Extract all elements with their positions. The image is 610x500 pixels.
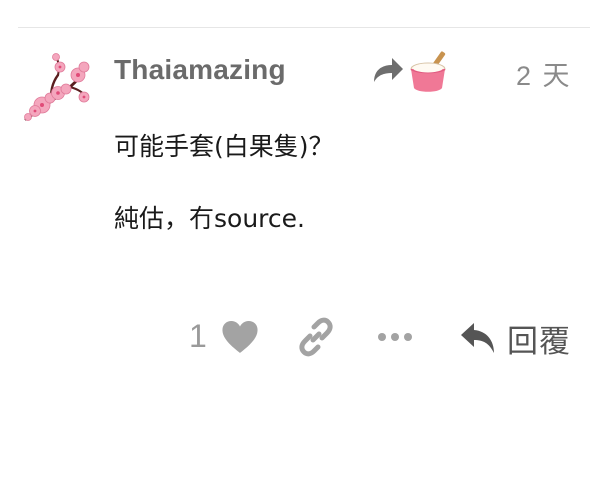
like-button[interactable]: [221, 320, 259, 354]
share-arrow-icon[interactable]: [370, 56, 404, 86]
more-actions-button[interactable]: [377, 329, 413, 345]
copy-link-button[interactable]: [298, 317, 334, 357]
plum-blossom-avatar-icon: [24, 53, 90, 121]
topic-divider: [18, 27, 590, 28]
ice-cream-cup-icon: [410, 51, 446, 92]
user-avatar[interactable]: [22, 53, 92, 123]
reply-arrow-icon: [461, 323, 494, 353]
post-username[interactable]: Thaiamazing: [114, 54, 286, 86]
post-body: 可能手套(白果隻)？ 純估，冇source.: [114, 130, 584, 274]
reply-button[interactable]: 回覆: [459, 318, 571, 360]
heart-icon: [222, 321, 258, 353]
reply-to-avatar[interactable]: [409, 50, 451, 94]
post-paragraph: 可能手套(白果隻)？: [114, 132, 334, 161]
post-date[interactable]: 2 天: [516, 54, 572, 93]
like-count[interactable]: 1: [189, 318, 207, 355]
link-icon: [299, 317, 333, 357]
post-paragraph: 純估，冇source.: [114, 204, 305, 233]
ellipsis-icon: [378, 333, 412, 341]
reply-label: 回覆: [507, 323, 571, 360]
